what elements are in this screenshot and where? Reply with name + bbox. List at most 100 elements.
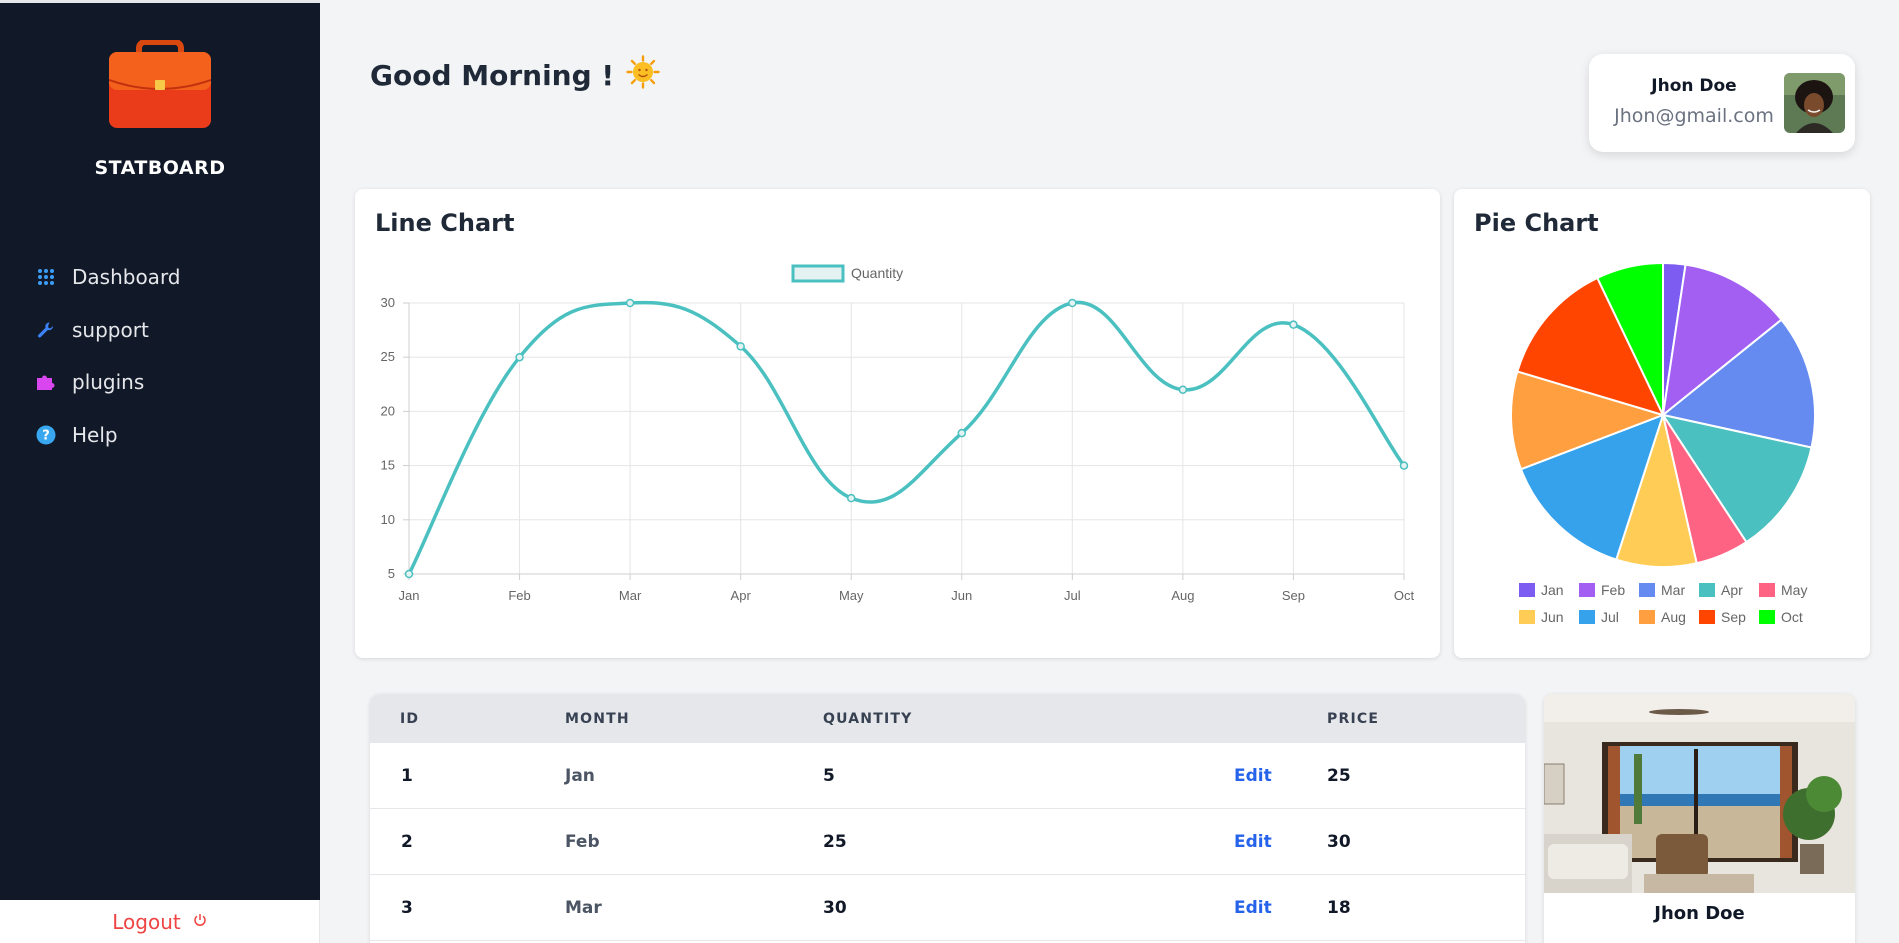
cell-quantity: 30	[823, 898, 847, 918]
legend-label-jul: Jul	[1601, 609, 1619, 625]
pie-chart: Jan Feb Mar Apr May Jun Jul Aug Sep Oct	[1510, 261, 1816, 625]
data-point	[1399, 461, 1409, 470]
sidebar-item-label: plugins	[72, 370, 145, 395]
sidebar-item-support[interactable]: support	[0, 304, 320, 357]
legend-swatch-quantity	[791, 264, 845, 283]
sidebar-item-plugins[interactable]: plugins	[0, 356, 320, 409]
svg-text:?: ?	[42, 428, 50, 443]
sidebar-item-label: Help	[72, 422, 118, 447]
power-icon	[193, 912, 207, 931]
cell-id: 2	[401, 832, 413, 852]
legend-swatch-oct	[1759, 610, 1775, 624]
legend-label-quantity: Quantity	[851, 265, 903, 281]
wrench-icon	[36, 320, 56, 340]
y-tick-label: 15	[381, 458, 395, 473]
legend-swatch-jul	[1579, 610, 1595, 624]
legend-swatch-aug	[1639, 610, 1655, 624]
legend-swatch-sep	[1699, 610, 1715, 624]
x-tick-label: Oct	[1394, 588, 1415, 603]
column-header-quantity: QUANTITY	[823, 711, 913, 727]
y-tick-label: 20	[381, 403, 395, 418]
table-row: 1 Jan 5 Edit 25	[370, 743, 1525, 809]
x-tick-label: Feb	[508, 588, 530, 603]
cell-price: 18	[1327, 898, 1351, 918]
table-row: 3 Mar 30 Edit 18	[370, 875, 1525, 941]
data-point	[846, 493, 856, 503]
legend-label-sep: Sep	[1721, 609, 1746, 625]
cell-price: 30	[1327, 832, 1351, 852]
line-chart-card: Line Chart 5 10 15 20 25 30 Jan Feb Mar Apr May Jun…	[355, 189, 1440, 658]
x-tick-label: Jun	[951, 588, 972, 603]
y-tick-label: 25	[381, 349, 395, 364]
legend-label-mar: Mar	[1661, 582, 1685, 598]
legend-swatch-feb	[1579, 583, 1595, 597]
sidebar-nav: Dashboard support plugins ? Help	[0, 251, 320, 461]
sidebar-item-label: Dashboard	[72, 265, 181, 290]
brand-name: STATBOARD	[94, 157, 226, 179]
x-tick-label: May	[839, 588, 864, 603]
data-point	[1289, 320, 1298, 329]
legend-label-may: May	[1781, 582, 1807, 598]
x-tick-label: Mar	[619, 588, 642, 603]
column-header-month: MONTH	[565, 711, 630, 727]
puzzle-icon	[36, 372, 56, 392]
x-tick-label: Aug	[1171, 588, 1194, 603]
property-photo	[1544, 694, 1855, 893]
y-tick-label: 10	[381, 512, 395, 527]
cell-id: 3	[401, 898, 413, 918]
pie-chart-card: Pie Chart Jan Feb Mar Apr May Jun Jul Aug Sep Oct	[1454, 189, 1870, 658]
legend-swatch-mar	[1639, 583, 1655, 597]
sidebar-item-help[interactable]: ? Help	[0, 409, 320, 462]
x-tick-label: Sep	[1282, 588, 1305, 603]
series-line-quantity	[407, 300, 1406, 575]
legend-label-aug: Aug	[1661, 609, 1686, 625]
cell-price: 25	[1327, 766, 1351, 786]
briefcase-logo-icon	[109, 40, 211, 128]
user-email: Jhon@gmail.com	[1614, 105, 1774, 127]
data-point	[957, 428, 967, 438]
legend-label-jan: Jan	[1541, 582, 1564, 598]
x-tick-label: Jan	[399, 588, 420, 603]
x-tick-label: Apr	[731, 588, 752, 603]
logout-label: Logout	[112, 909, 181, 934]
data-table: ID MONTH QUANTITY PRICE 1 Jan 5 Edit 25 …	[370, 694, 1525, 943]
legend-label-oct: Oct	[1781, 609, 1803, 625]
cell-month: Mar	[565, 898, 602, 918]
sun-icon	[626, 55, 660, 96]
property-card[interactable]: Jhon Doe	[1544, 694, 1855, 943]
table-row: 2 Feb 25 Edit 30	[370, 809, 1525, 875]
data-point	[736, 342, 745, 351]
cell-month: Jan	[565, 766, 595, 786]
sidebar-item-dashboard[interactable]: Dashboard	[0, 251, 320, 304]
help-icon: ?	[36, 425, 56, 445]
legend-label-feb: Feb	[1601, 582, 1625, 598]
greeting-text: Good Morning !	[370, 59, 615, 92]
property-owner-name: Jhon Doe	[1654, 903, 1745, 924]
column-header-price: PRICE	[1327, 711, 1380, 727]
user-name: Jhon Doe	[1651, 76, 1737, 96]
legend-swatch-jan	[1519, 583, 1535, 597]
legend-swatch-may	[1759, 583, 1775, 597]
x-tick-label: Jul	[1064, 588, 1081, 603]
cell-quantity: 25	[823, 832, 847, 852]
data-point	[1068, 298, 1077, 308]
edit-link[interactable]: Edit	[1234, 832, 1272, 852]
column-header-id: ID	[400, 711, 420, 727]
sidebar-item-label: support	[72, 317, 149, 342]
table-header: ID MONTH QUANTITY PRICE	[370, 694, 1525, 743]
legend-label-apr: Apr	[1721, 582, 1743, 598]
line-chart: 5 10 15 20 25 30 Jan Feb Mar Apr May Jun Jul Aug Sep Oc…	[381, 264, 1415, 603]
edit-link[interactable]: Edit	[1234, 898, 1272, 918]
cell-id: 1	[401, 766, 413, 786]
legend-label-jun: Jun	[1541, 609, 1564, 625]
y-tick-label: 30	[381, 295, 395, 310]
data-point	[515, 352, 524, 362]
cell-quantity: 5	[823, 766, 835, 786]
data-point	[1178, 385, 1188, 394]
edit-link[interactable]: Edit	[1234, 766, 1272, 786]
data-point	[625, 298, 635, 308]
user-profile-card[interactable]: Jhon Doe Jhon@gmail.com	[1589, 54, 1855, 152]
logout-button[interactable]: Logout	[0, 900, 320, 943]
sidebar: STATBOARD Dashboard support plugins ? He…	[0, 0, 320, 943]
grid-icon	[36, 267, 56, 287]
